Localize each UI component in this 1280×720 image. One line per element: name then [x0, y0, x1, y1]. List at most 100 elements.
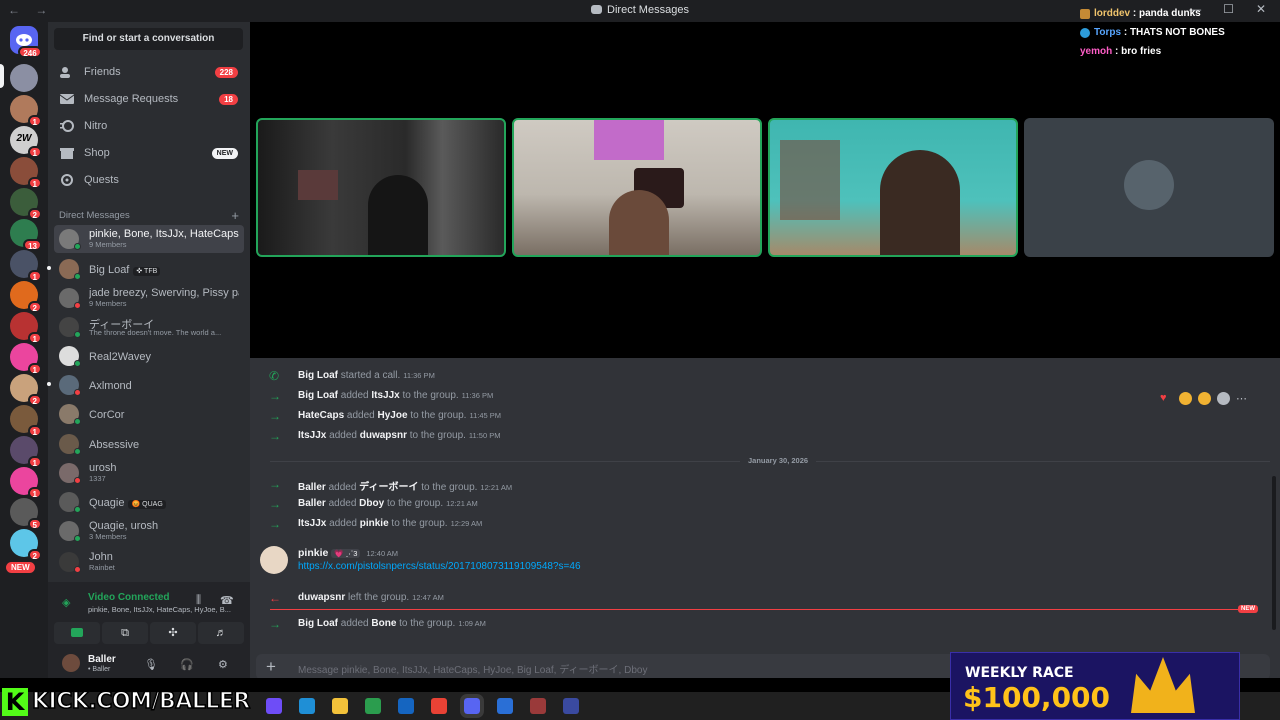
laugh-reaction-icon[interactable]: [1198, 392, 1211, 405]
dm-subtitle: 9 Members: [89, 299, 127, 308]
dm-item[interactable]: John Rainbet: [54, 548, 244, 576]
message-link[interactable]: https://x.com/pistolsnpercs/status/20171…: [298, 561, 581, 572]
badge-icon: [1080, 8, 1090, 19]
new-servers-badge[interactable]: NEW: [6, 562, 35, 573]
voice-status[interactable]: Video Connected: [88, 592, 170, 603]
server-icon[interactable]: 5: [10, 498, 42, 530]
edge-icon[interactable]: [299, 698, 315, 714]
search-input[interactable]: Find or start a conversation: [54, 28, 243, 50]
server-icon[interactable]: [10, 64, 38, 92]
message-author[interactable]: pinkie: [298, 547, 328, 559]
message-avatar[interactable]: [260, 546, 288, 574]
actor[interactable]: duwapsnr: [298, 592, 345, 603]
dm-item[interactable]: urosh 1337: [54, 459, 244, 487]
target[interactable]: pinkie: [360, 518, 389, 529]
server-badge: 5: [27, 518, 42, 530]
server-icon[interactable]: 1: [10, 343, 42, 375]
server-icon[interactable]: 1: [10, 467, 42, 499]
close-button[interactable]: ✕: [1256, 2, 1266, 16]
dm-item[interactable]: Quagie 😡 QUAG: [54, 488, 244, 516]
create-dm-plus-icon[interactable]: +: [231, 208, 239, 223]
target[interactable]: duwapsnr: [360, 430, 407, 441]
actor[interactable]: Big Loaf: [298, 370, 338, 381]
server-icon[interactable]: 2: [10, 188, 42, 220]
video-tile[interactable]: [768, 118, 1018, 257]
maximize-button[interactable]: ☐: [1223, 2, 1234, 16]
nav-nitro[interactable]: Nitro: [54, 114, 244, 138]
files-icon[interactable]: [332, 698, 348, 714]
actor[interactable]: HateCaps: [298, 410, 344, 421]
server-icon[interactable]: 1: [10, 250, 42, 282]
dm-item[interactable]: Axlmond: [47, 371, 244, 399]
headphones-icon[interactable]: 🎧: [180, 658, 194, 671]
user-name[interactable]: Baller: [88, 654, 116, 665]
video-tile-no-camera[interactable]: [1024, 118, 1274, 257]
tail: to the group.: [391, 518, 448, 529]
actor[interactable]: ItsJJx: [298, 518, 326, 529]
target[interactable]: ItsJJx: [371, 390, 399, 401]
chat-scrollbar[interactable]: [1272, 476, 1276, 630]
server-icon[interactable]: 2: [10, 529, 42, 561]
target[interactable]: Dboy: [359, 498, 384, 509]
attach-plus-icon[interactable]: +: [266, 657, 276, 677]
video-tile[interactable]: [256, 118, 506, 257]
actor[interactable]: Baller: [298, 498, 326, 509]
dm-item[interactable]: Quagie, urosh 3 Members: [54, 517, 244, 545]
target[interactable]: Bone: [371, 618, 396, 629]
screenshare-button[interactable]: ⧉: [102, 622, 148, 644]
server-icon[interactable]: 2: [10, 374, 42, 406]
signal-icon[interactable]: ◈: [62, 596, 76, 609]
dm-item[interactable]: Big Loaf ✜ TFB: [47, 255, 244, 283]
server-icon[interactable]: 2: [10, 281, 42, 313]
server-icon[interactable]: 1: [10, 157, 42, 189]
settings-gear-icon[interactable]: ⚙: [218, 658, 228, 671]
actor[interactable]: Big Loaf: [298, 618, 338, 629]
discord-icon[interactable]: [460, 694, 484, 718]
actor[interactable]: ItsJJx: [298, 430, 326, 441]
server-icon[interactable]: 1: [10, 312, 42, 344]
dm-item[interactable]: pinkie, Bone, ItsJJx, HateCaps,... 9 Memb…: [54, 225, 244, 253]
chrome-icon[interactable]: [431, 698, 447, 714]
noise-suppression-icon[interactable]: ⫼: [196, 594, 201, 607]
nav-friends[interactable]: Friends 228: [54, 60, 244, 84]
composer-placeholder[interactable]: Message pinkie, Bone, ItsJJx, HateCaps, …: [298, 661, 647, 676]
server-icon[interactable]: 1: [10, 436, 42, 468]
target[interactable]: HyJoe: [378, 410, 408, 421]
nav-message-requests[interactable]: Message Requests 18: [54, 87, 244, 111]
home-button[interactable]: 246: [10, 26, 42, 58]
nav-quests[interactable]: Quests: [54, 168, 244, 192]
target[interactable]: ディーボーイ: [359, 482, 418, 493]
remote-icon[interactable]: [497, 698, 513, 714]
dm-item[interactable]: Absessive: [54, 430, 244, 458]
add-reaction-icon[interactable]: [1217, 392, 1230, 405]
mic-icon[interactable]: 🎙: [144, 658, 158, 671]
verb: added: [346, 410, 375, 421]
server-icon[interactable]: 1: [10, 405, 42, 437]
video-tile[interactable]: [512, 118, 762, 257]
nav-shop[interactable]: Shop NEW: [54, 141, 244, 165]
server-icon[interactable]: 1: [10, 95, 42, 127]
outlook-icon[interactable]: [398, 698, 414, 714]
server-icon[interactable]: 13: [10, 219, 42, 251]
dm-item[interactable]: jade breezy, Swerving, Pissy pa... 9 Memb…: [54, 284, 244, 312]
copilot-icon[interactable]: [266, 698, 282, 714]
heart-reaction-icon[interactable]: ♥: [1160, 392, 1173, 405]
dm-item[interactable]: Real2Wavey: [54, 342, 244, 370]
crying-reaction-icon[interactable]: [1179, 392, 1192, 405]
user-avatar[interactable]: [62, 654, 80, 672]
app-icon[interactable]: [563, 698, 579, 714]
more-options-icon[interactable]: ⋯: [1236, 392, 1247, 405]
camera-button[interactable]: [54, 622, 100, 644]
dm-item[interactable]: ディーボーイ The throne doesn't move. The world…: [54, 313, 244, 341]
dm-item[interactable]: CorCor: [54, 400, 244, 428]
join-arrow-icon: →: [269, 517, 281, 531]
obs-icon[interactable]: [530, 698, 546, 714]
server-icon[interactable]: 2W 1: [10, 126, 42, 158]
store-icon[interactable]: [365, 698, 381, 714]
soundboard-button[interactable]: ♬: [198, 622, 244, 644]
actor[interactable]: Baller: [298, 482, 326, 493]
actor[interactable]: Big Loaf: [298, 390, 338, 401]
activities-button[interactable]: ✣: [150, 622, 196, 644]
disconnect-icon[interactable]: ☎: [220, 594, 234, 607]
poster-image: [594, 120, 664, 160]
